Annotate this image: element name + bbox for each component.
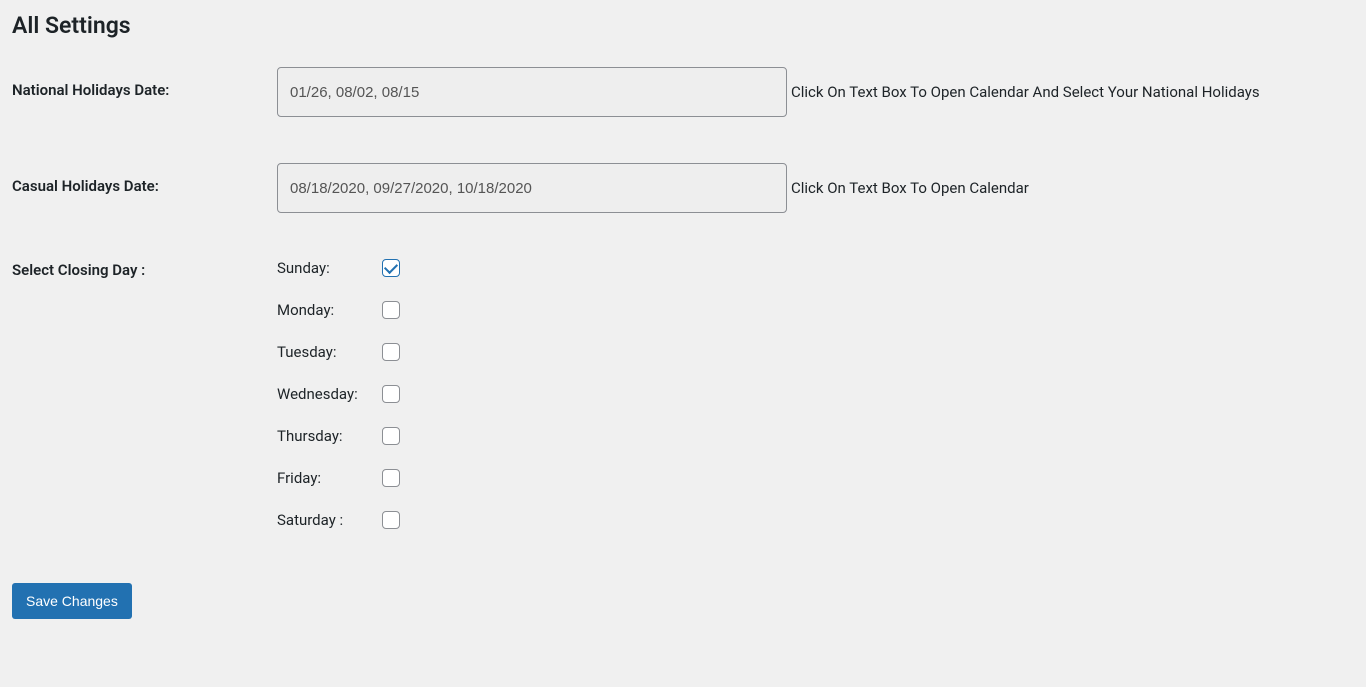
- day-checkbox-thursday[interactable]: [382, 427, 400, 445]
- closing-day-label: Select Closing Day :: [12, 259, 277, 279]
- day-item-friday: Friday:: [277, 469, 400, 487]
- day-checkbox-sunday[interactable]: [382, 259, 400, 277]
- day-item-monday: Monday:: [277, 301, 400, 319]
- day-checkbox-saturday[interactable]: [382, 511, 400, 529]
- national-holidays-help: Click On Text Box To Open Calendar And S…: [791, 83, 1260, 101]
- day-checkbox-friday[interactable]: [382, 469, 400, 487]
- day-label: Monday:: [277, 301, 382, 319]
- national-holidays-input[interactable]: [277, 67, 787, 117]
- day-checkbox-tuesday[interactable]: [382, 343, 400, 361]
- day-label: Saturday :: [277, 511, 382, 529]
- day-label: Tuesday:: [277, 343, 382, 361]
- day-item-wednesday: Wednesday:: [277, 385, 400, 403]
- day-item-sunday: Sunday:: [277, 259, 400, 277]
- day-item-saturday: Saturday :: [277, 511, 400, 529]
- closing-day-list: Sunday: Monday: Tuesday: Wednesday: Thur…: [277, 259, 400, 529]
- day-label: Thursday:: [277, 427, 382, 445]
- closing-day-row: Select Closing Day : Sunday: Monday: Tue…: [12, 259, 1354, 529]
- national-holidays-label: National Holidays Date:: [12, 67, 277, 99]
- day-label: Sunday:: [277, 259, 382, 277]
- day-checkbox-monday[interactable]: [382, 301, 400, 319]
- page-title: All Settings: [12, 12, 1354, 39]
- casual-holidays-input[interactable]: [277, 163, 787, 213]
- national-holidays-row: National Holidays Date: Click On Text Bo…: [12, 67, 1354, 117]
- day-item-tuesday: Tuesday:: [277, 343, 400, 361]
- day-item-thursday: Thursday:: [277, 427, 400, 445]
- casual-holidays-row: Casual Holidays Date: Click On Text Box …: [12, 163, 1354, 213]
- day-label: Wednesday:: [277, 385, 382, 403]
- casual-holidays-label: Casual Holidays Date:: [12, 163, 277, 195]
- day-label: Friday:: [277, 469, 382, 487]
- save-changes-button[interactable]: Save Changes: [12, 583, 132, 619]
- casual-holidays-help: Click On Text Box To Open Calendar: [791, 179, 1029, 197]
- day-checkbox-wednesday[interactable]: [382, 385, 400, 403]
